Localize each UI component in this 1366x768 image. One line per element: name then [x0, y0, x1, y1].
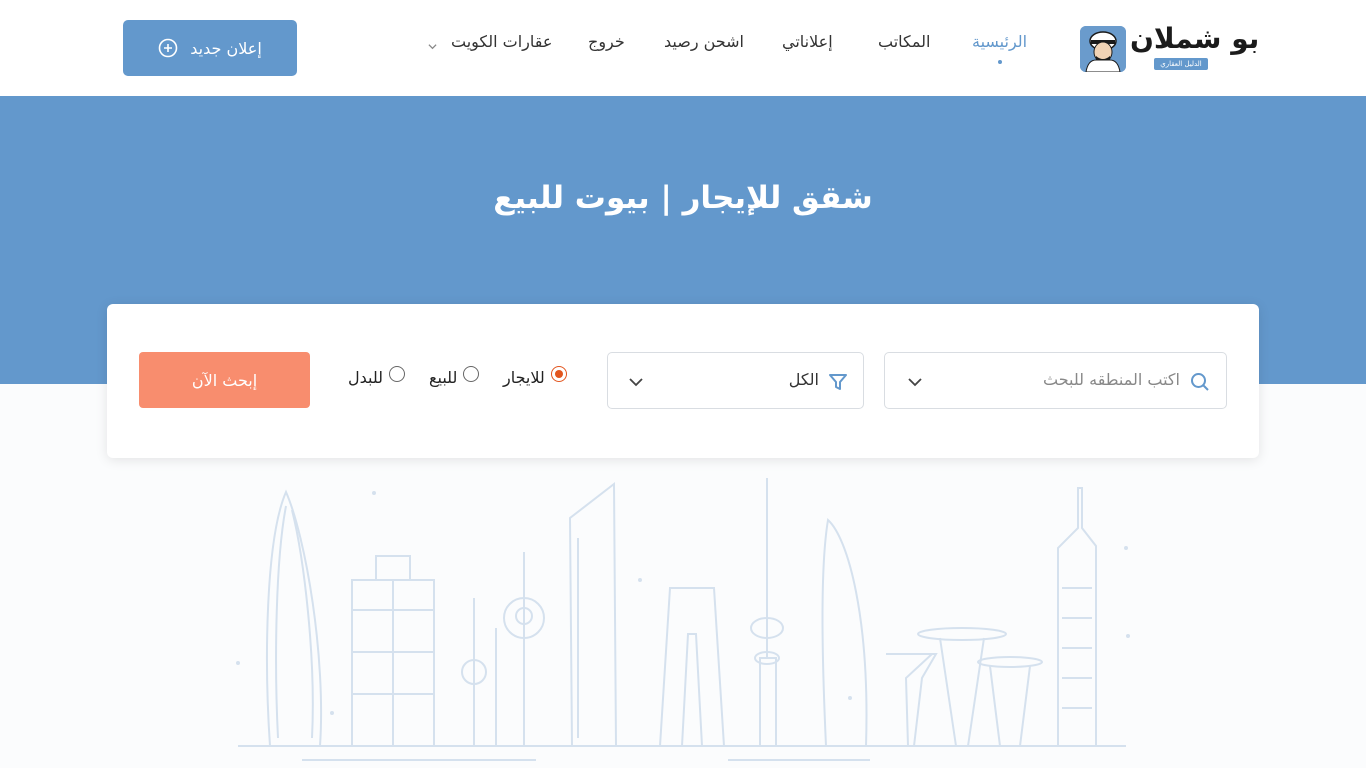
- nav-top-up-label: اشحن رصيد: [664, 32, 744, 51]
- radio-rent[interactable]: للايجار: [503, 365, 567, 387]
- logo-avatar: [1080, 26, 1126, 72]
- radio-exchange[interactable]: للبدل: [348, 365, 406, 387]
- new-ad-label: إعلان جديد: [190, 38, 262, 58]
- plus-circle-icon: [158, 38, 178, 58]
- nav-logout-label: خروج: [588, 32, 625, 51]
- property-type-value: الكل: [788, 370, 819, 389]
- nav-home[interactable]: الرئيسية: [972, 32, 1028, 64]
- header: بو شملان الدليل العقاري الرئيسية المكاتب…: [0, 0, 1366, 96]
- search-card: اكتب المنطقه للبحث الكل للايجار للبيع لل…: [107, 304, 1259, 458]
- radio-sale-circle[interactable]: [463, 365, 480, 382]
- radio-rent-label: للايجار: [503, 368, 545, 387]
- radio-sale[interactable]: للبيع: [429, 365, 480, 387]
- hero-title: شقق للإيجار | بيوت للبيع: [493, 180, 873, 216]
- filter-icon: [829, 374, 847, 390]
- kuwait-skyline-illustration: [236, 478, 1130, 761]
- nav-offices-label: المكاتب: [878, 32, 931, 51]
- search-icon: [1191, 373, 1209, 391]
- nav-kuwait-properties-label: عقارات الكويت: [451, 32, 553, 51]
- nav-my-ads-label: إعلاناتي: [782, 32, 833, 51]
- radio-rent-circle[interactable]: [550, 365, 567, 382]
- nav-top-up[interactable]: اشحن رصيد: [664, 32, 744, 62]
- radio-exchange-label: للبدل: [348, 368, 384, 387]
- brand-tagline: الدليل العقاري: [1154, 58, 1208, 70]
- area-search-input[interactable]: اكتب المنطقه للبحث: [884, 352, 1227, 409]
- nav-my-ads[interactable]: إعلاناتي: [782, 32, 833, 62]
- property-type-select[interactable]: الكل: [607, 352, 864, 409]
- brand-name: بو شملان: [1130, 22, 1260, 55]
- new-ad-button[interactable]: إعلان جديد: [123, 20, 297, 76]
- nav-logout[interactable]: خروج: [588, 32, 625, 62]
- chevron-down-icon[interactable]: [907, 377, 923, 387]
- radio-sale-label: للبيع: [429, 368, 458, 387]
- nav-home-label: الرئيسية: [972, 32, 1028, 51]
- radio-exchange-circle[interactable]: [389, 365, 406, 382]
- chevron-down-icon[interactable]: [628, 377, 644, 387]
- active-indicator: [997, 60, 1002, 64]
- logo[interactable]: بو شملان الدليل العقاري: [1080, 22, 1259, 72]
- search-now-button[interactable]: إبحث الآن: [139, 352, 310, 408]
- chevron-down-icon[interactable]: [428, 42, 437, 51]
- search-now-label: إبحث الآن: [191, 370, 258, 390]
- area-search-placeholder: اكتب المنطقه للبحث: [1042, 370, 1180, 389]
- nav-kuwait-properties[interactable]: عقارات الكويت: [451, 32, 552, 62]
- nav-offices[interactable]: المكاتب: [878, 32, 930, 62]
